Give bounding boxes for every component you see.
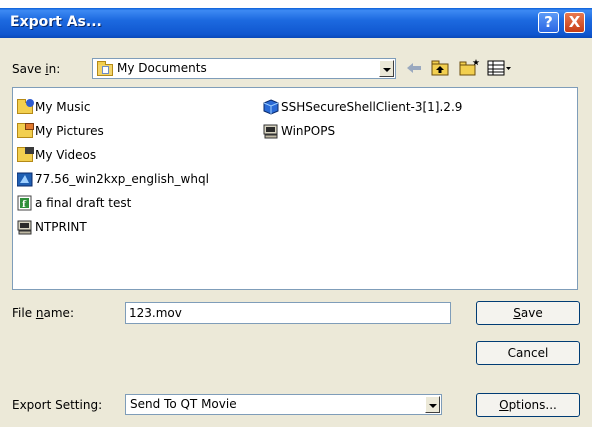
back-arrow-icon[interactable] xyxy=(403,58,425,78)
save-in-dropdown-arrow[interactable] xyxy=(379,60,394,77)
views-menu-icon[interactable] xyxy=(487,58,513,78)
close-button[interactable]: X xyxy=(564,12,585,33)
computer-shortcut-icon xyxy=(17,219,33,235)
up-one-level-icon[interactable] xyxy=(429,58,453,78)
new-folder-icon[interactable] xyxy=(457,58,481,78)
export-setting-value: Send To QT Movie xyxy=(130,397,237,411)
export-setting-label: Export Setting: xyxy=(12,398,103,412)
videos-folder-icon xyxy=(17,147,34,163)
list-item[interactable]: NTPRINT xyxy=(17,218,87,236)
list-item[interactable]: WinPOPS xyxy=(263,122,335,140)
cancel-button[interactable]: Cancel xyxy=(476,341,580,365)
title-bar[interactable]: Export As... ? X xyxy=(0,8,592,38)
file-name-label: File name: xyxy=(12,306,74,320)
export-as-dialog: Export As... ? X Save in: My Documents M… xyxy=(0,8,592,427)
file-list[interactable]: My Music My Pictures My Videos 77.56_win… xyxy=(12,87,578,290)
list-item[interactable]: My Videos xyxy=(17,146,96,164)
list-item[interactable]: My Music xyxy=(17,98,90,116)
top-strip xyxy=(0,0,592,8)
save-button[interactable]: Save xyxy=(476,301,580,325)
my-documents-folder-icon xyxy=(97,61,113,77)
file-name-input[interactable] xyxy=(125,302,451,324)
pictures-folder-icon xyxy=(17,123,34,139)
music-folder-icon xyxy=(17,99,34,115)
export-setting-dropdown-arrow[interactable] xyxy=(425,396,440,413)
save-in-dropdown[interactable]: My Documents xyxy=(92,58,396,79)
options-button[interactable]: Options... xyxy=(476,393,580,417)
list-item[interactable]: 77.56_win2kxp_english_whql xyxy=(16,170,209,188)
window-title: Export As... xyxy=(10,14,102,30)
computer-shortcut-icon xyxy=(263,123,279,139)
list-item[interactable]: My Pictures xyxy=(17,122,104,140)
list-item[interactable]: SSHSecureShellClient-3[1].2.9 xyxy=(263,98,462,116)
help-button[interactable]: ? xyxy=(538,12,559,33)
export-setting-dropdown[interactable]: Send To QT Movie xyxy=(125,394,442,415)
save-in-value: My Documents xyxy=(117,61,207,75)
document-icon: f xyxy=(17,195,33,211)
save-in-label: Save in: xyxy=(12,62,61,76)
list-item[interactable]: f a final draft test xyxy=(17,194,131,212)
package-icon xyxy=(263,99,279,115)
installer-icon xyxy=(16,171,33,187)
